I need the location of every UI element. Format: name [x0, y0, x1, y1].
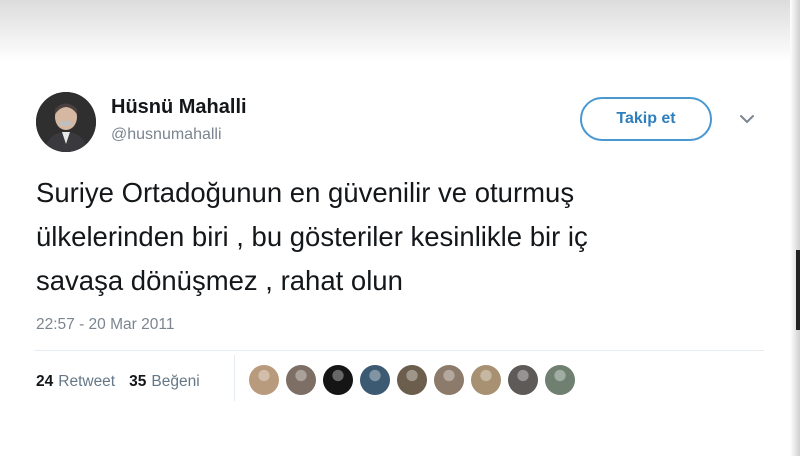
- like-count: 35: [129, 373, 147, 390]
- liker-avatar[interactable]: [249, 365, 279, 395]
- liker-avatar[interactable]: [471, 365, 501, 395]
- retweet-count: 24: [36, 373, 54, 390]
- liker-avatar[interactable]: [397, 365, 427, 395]
- like-stat[interactable]: 35 Beğeni: [129, 373, 200, 391]
- tweet-text: Suriye Ortadoğunun en güvenilir ve oturm…: [36, 177, 588, 296]
- stats-divider: [234, 355, 235, 401]
- author-photo: [36, 92, 96, 152]
- liker-avatar[interactable]: [323, 365, 353, 395]
- liker-avatar[interactable]: [545, 365, 575, 395]
- chevron-down-icon[interactable]: [738, 112, 756, 126]
- liker-avatar[interactable]: [508, 365, 538, 395]
- screenshot-right-shade: [790, 0, 800, 456]
- liker-avatar[interactable]: [286, 365, 316, 395]
- tweet-timestamp[interactable]: 22:57 - 20 Mar 2011: [36, 316, 174, 334]
- tweet-stats: 24 Retweet 35 Beğeni: [36, 373, 200, 391]
- retweet-stat[interactable]: 24 Retweet: [36, 373, 115, 391]
- author-handle[interactable]: @husnumahalli: [111, 126, 222, 144]
- author-name[interactable]: Hüsnü Mahalli: [111, 96, 247, 119]
- retweet-label: Retweet: [58, 373, 116, 390]
- liker-avatar[interactable]: [434, 365, 464, 395]
- screenshot-right-edge: [796, 250, 800, 330]
- screenshot-top-shade: [0, 0, 800, 62]
- like-label: Beğeni: [151, 373, 200, 390]
- liker-avatars: [249, 365, 582, 395]
- follow-button-label: Takip et: [616, 110, 676, 127]
- liker-avatar[interactable]: [360, 365, 390, 395]
- divider: [34, 350, 764, 351]
- author-avatar[interactable]: [36, 92, 96, 152]
- follow-button[interactable]: Takip et: [580, 97, 712, 141]
